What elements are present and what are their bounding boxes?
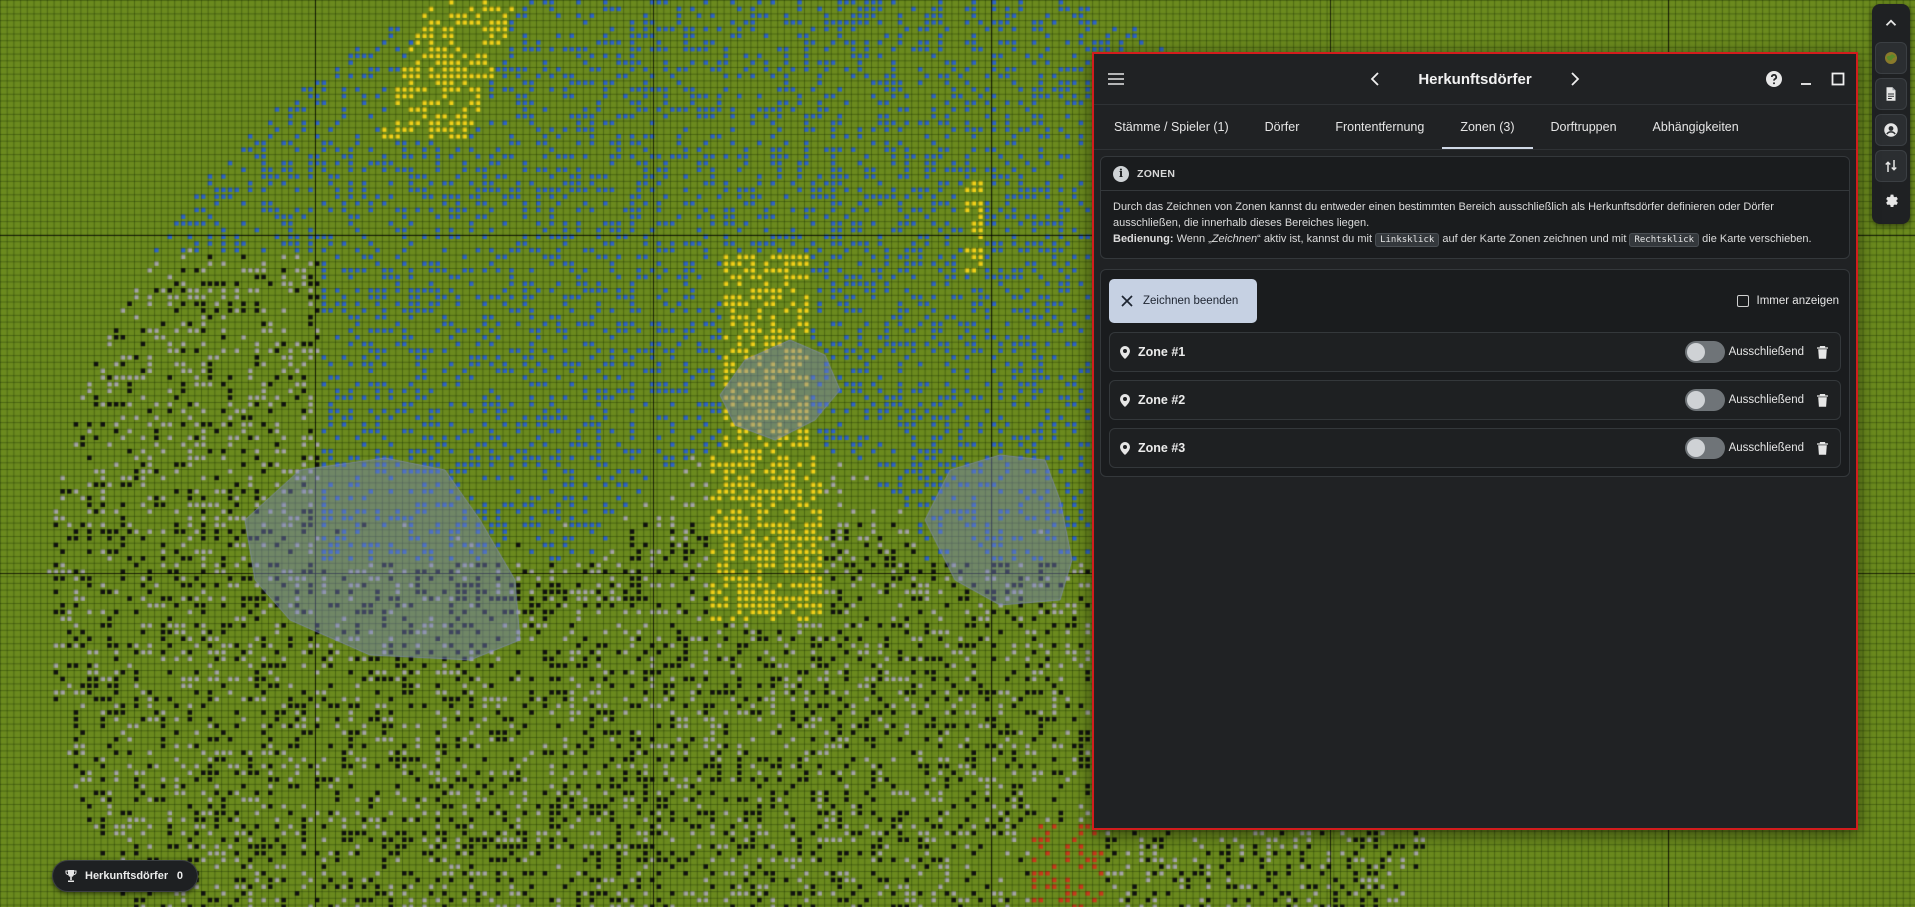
exclusive-toggle[interactable] [1684, 341, 1725, 363]
tab-village-troops[interactable]: Dorftruppen [1533, 105, 1635, 149]
exclusive-label: Ausschließend [1728, 394, 1804, 406]
zone-name: Zone #2 [1138, 393, 1186, 407]
usage-text-4: die Karte verschieben. [1702, 233, 1812, 245]
chevron-up-icon[interactable] [1876, 8, 1906, 38]
tab-dependencies[interactable]: Abhängigkeiten [1635, 105, 1757, 149]
toggle-knob [1686, 391, 1705, 409]
help-icon[interactable] [1762, 67, 1786, 91]
previous-panel-chevron-left-icon[interactable] [1360, 64, 1390, 94]
info-card-title: ZONEN [1137, 167, 1176, 180]
world-map-icon[interactable] [1875, 42, 1907, 74]
chip-count: 0 [176, 870, 183, 882]
hamburger-menu-icon[interactable] [1104, 67, 1128, 91]
panel-title: Herkunftsdörfer [1418, 70, 1532, 88]
info-icon: i [1113, 165, 1129, 182]
usage-emphasis: Zeichnen [1211, 233, 1258, 245]
zone-row[interactable]: Zone #3 Ausschließend [1109, 428, 1841, 468]
zone-name: Zone #1 [1138, 345, 1186, 359]
stop-drawing-button[interactable]: Zeichnen beenden [1109, 279, 1257, 323]
exclusive-label: Ausschließend [1728, 442, 1804, 454]
close-icon [1121, 295, 1133, 307]
toggle-knob [1686, 439, 1705, 457]
tab-front-distance[interactable]: Frontentfernung [1317, 105, 1442, 149]
exclusive-toggle[interactable] [1684, 437, 1725, 459]
usage-text-2: “ aktiv ist, kannst du mit [1257, 233, 1373, 245]
zone-name: Zone #3 [1138, 441, 1186, 455]
trophy-icon [65, 870, 77, 882]
panel-title-bar: Herkunftsdörfer [1094, 54, 1856, 104]
minimize-icon[interactable] [1794, 67, 1818, 91]
usage-text-1: Wenn „ [1176, 233, 1212, 245]
map-pin-icon [1118, 441, 1132, 455]
origin-villages-panel: Herkunftsdörfer Stämme / Spieler (1) Dör… [1092, 52, 1858, 830]
next-panel-chevron-right-icon[interactable] [1560, 64, 1590, 94]
map-pin-icon [1118, 345, 1132, 359]
stop-drawing-label: Zeichnen beenden [1143, 295, 1239, 307]
exclusive-label: Ausschließend [1728, 346, 1804, 358]
panel-header: Herkunftsdörfer [1094, 54, 1856, 105]
document-icon[interactable] [1875, 78, 1907, 110]
maximize-icon[interactable] [1826, 67, 1850, 91]
map-pin-icon [1118, 393, 1132, 407]
window-controls [1762, 67, 1850, 91]
toggle-knob [1686, 343, 1705, 361]
zone-row[interactable]: Zone #1 Ausschließend [1109, 332, 1841, 372]
origin-villages-chip[interactable]: Herkunftsdörfer 0 [52, 860, 198, 892]
info-usage: Bedienung: Wenn „Zeichnen“ aktiv ist, ka… [1113, 231, 1837, 248]
info-card-body: Durch das Zeichnen von Zonen kannst du e… [1101, 191, 1849, 258]
panel-tabs: Stämme / Spieler (1) Dörfer Frontentfern… [1094, 105, 1856, 150]
zones-controls: Zeichnen beenden Immer anzeigen [1109, 278, 1841, 324]
delete-icon[interactable] [1814, 344, 1830, 360]
usage-text-3: auf der Karte Zonen zeichnen und mit [1442, 233, 1627, 245]
tab-villages[interactable]: Dörfer [1247, 105, 1318, 149]
zones-info-card: i ZONEN Durch das Zeichnen von Zonen kan… [1100, 156, 1850, 259]
left-click-key: Linksklick [1375, 233, 1440, 247]
always-show-label: Immer anzeigen [1756, 295, 1839, 307]
quick-toolbar [1872, 4, 1910, 224]
info-description: Durch das Zeichnen von Zonen kannst du e… [1113, 201, 1774, 229]
always-show-option: Immer anzeigen [1736, 295, 1839, 307]
right-click-key: Rechtsklick [1629, 233, 1700, 247]
route-icon[interactable] [1875, 150, 1907, 182]
delete-icon[interactable] [1814, 440, 1830, 456]
exclusive-toggle[interactable] [1684, 389, 1725, 411]
usage-label: Bedienung: [1113, 233, 1174, 245]
info-card-header: i ZONEN [1101, 157, 1849, 191]
gear-icon[interactable] [1876, 186, 1906, 216]
account-icon[interactable] [1875, 114, 1907, 146]
zones-list-card: Zeichnen beenden Immer anzeigen Zone #1 … [1100, 269, 1850, 477]
chip-label: Herkunftsdörfer [85, 870, 169, 882]
tab-zones[interactable]: Zonen (3) [1442, 105, 1533, 149]
delete-icon[interactable] [1814, 392, 1830, 408]
zone-row[interactable]: Zone #2 Ausschließend [1109, 380, 1841, 420]
always-show-checkbox[interactable] [1736, 295, 1749, 307]
tab-tribes-players[interactable]: Stämme / Spieler (1) [1096, 105, 1247, 149]
